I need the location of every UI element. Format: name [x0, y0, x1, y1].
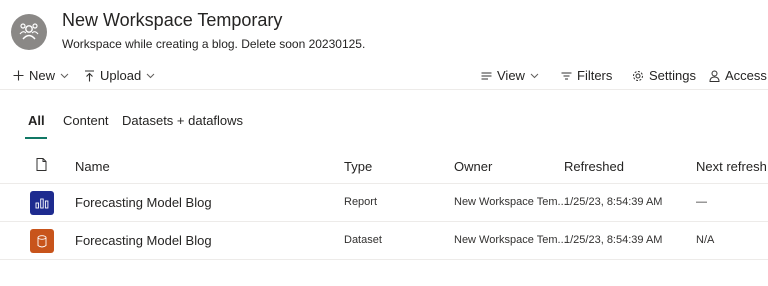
gear-icon [632, 70, 644, 82]
new-label: New [29, 68, 56, 83]
upload-button[interactable]: Upload [84, 68, 155, 83]
settings-button[interactable]: Settings [632, 68, 696, 83]
item-type: Dataset [344, 234, 382, 246]
filters-button[interactable]: Filters [561, 68, 612, 83]
chevron-down-icon [60, 71, 69, 80]
chevron-down-icon [146, 71, 155, 80]
filters-label: Filters [577, 68, 613, 83]
item-name[interactable]: Forecasting Model Blog [75, 233, 212, 248]
table-row[interactable]: Forecasting Model Blog Dataset New Works… [0, 222, 768, 260]
column-header-next-refresh[interactable]: Next refresh [696, 159, 767, 174]
settings-label: Settings [649, 68, 696, 83]
workspace-header: New Workspace Temporary Workspace while … [0, 0, 768, 60]
tab-content[interactable]: Content [63, 113, 109, 128]
view-label: View [497, 68, 525, 83]
view-list-icon [481, 71, 492, 81]
item-refreshed: 1/25/23, 8:54:39 AM [564, 196, 663, 208]
filter-icon [561, 71, 572, 81]
workspace-icon [11, 14, 47, 50]
item-next-refresh: — [696, 196, 707, 208]
content-tabs: All Content Datasets + dataflows [0, 106, 768, 136]
table-row[interactable]: Forecasting Model Blog Report New Worksp… [0, 184, 768, 222]
report-icon [30, 191, 54, 215]
plus-icon [13, 70, 24, 81]
new-button[interactable]: New [13, 68, 69, 83]
tab-all[interactable]: All [28, 113, 45, 128]
column-header-type[interactable]: Type [344, 159, 372, 174]
selected-tab-indicator [25, 137, 47, 139]
column-header-owner[interactable]: Owner [454, 159, 492, 174]
item-owner: New Workspace Tem... [454, 234, 567, 246]
item-name[interactable]: Forecasting Model Blog [75, 195, 212, 210]
column-header-refreshed[interactable]: Refreshed [564, 159, 624, 174]
upload-icon [84, 69, 95, 82]
item-refreshed: 1/25/23, 8:54:39 AM [564, 234, 663, 246]
workspace-description: Workspace while creating a blog. Delete … [62, 37, 366, 51]
file-type-icon [36, 158, 47, 174]
upload-label: Upload [100, 68, 142, 83]
access-label: Access [725, 68, 767, 83]
view-button[interactable]: View [481, 68, 539, 83]
item-next-refresh: N/A [696, 234, 715, 246]
item-owner: New Workspace Tem... [454, 196, 567, 208]
page-title: New Workspace Temporary [62, 10, 283, 30]
table-header: Name Type Owner Refreshed Next refresh [0, 148, 768, 184]
tab-datasets-dataflows[interactable]: Datasets + dataflows [122, 113, 243, 128]
toolbar: New Upload View Filters Settings Access [0, 64, 768, 90]
person-icon [709, 70, 720, 82]
item-type: Report [344, 196, 378, 208]
chevron-down-icon [530, 71, 539, 80]
column-header-name[interactable]: Name [75, 159, 110, 174]
dataset-icon [30, 229, 54, 253]
access-button[interactable]: Access [709, 68, 767, 83]
